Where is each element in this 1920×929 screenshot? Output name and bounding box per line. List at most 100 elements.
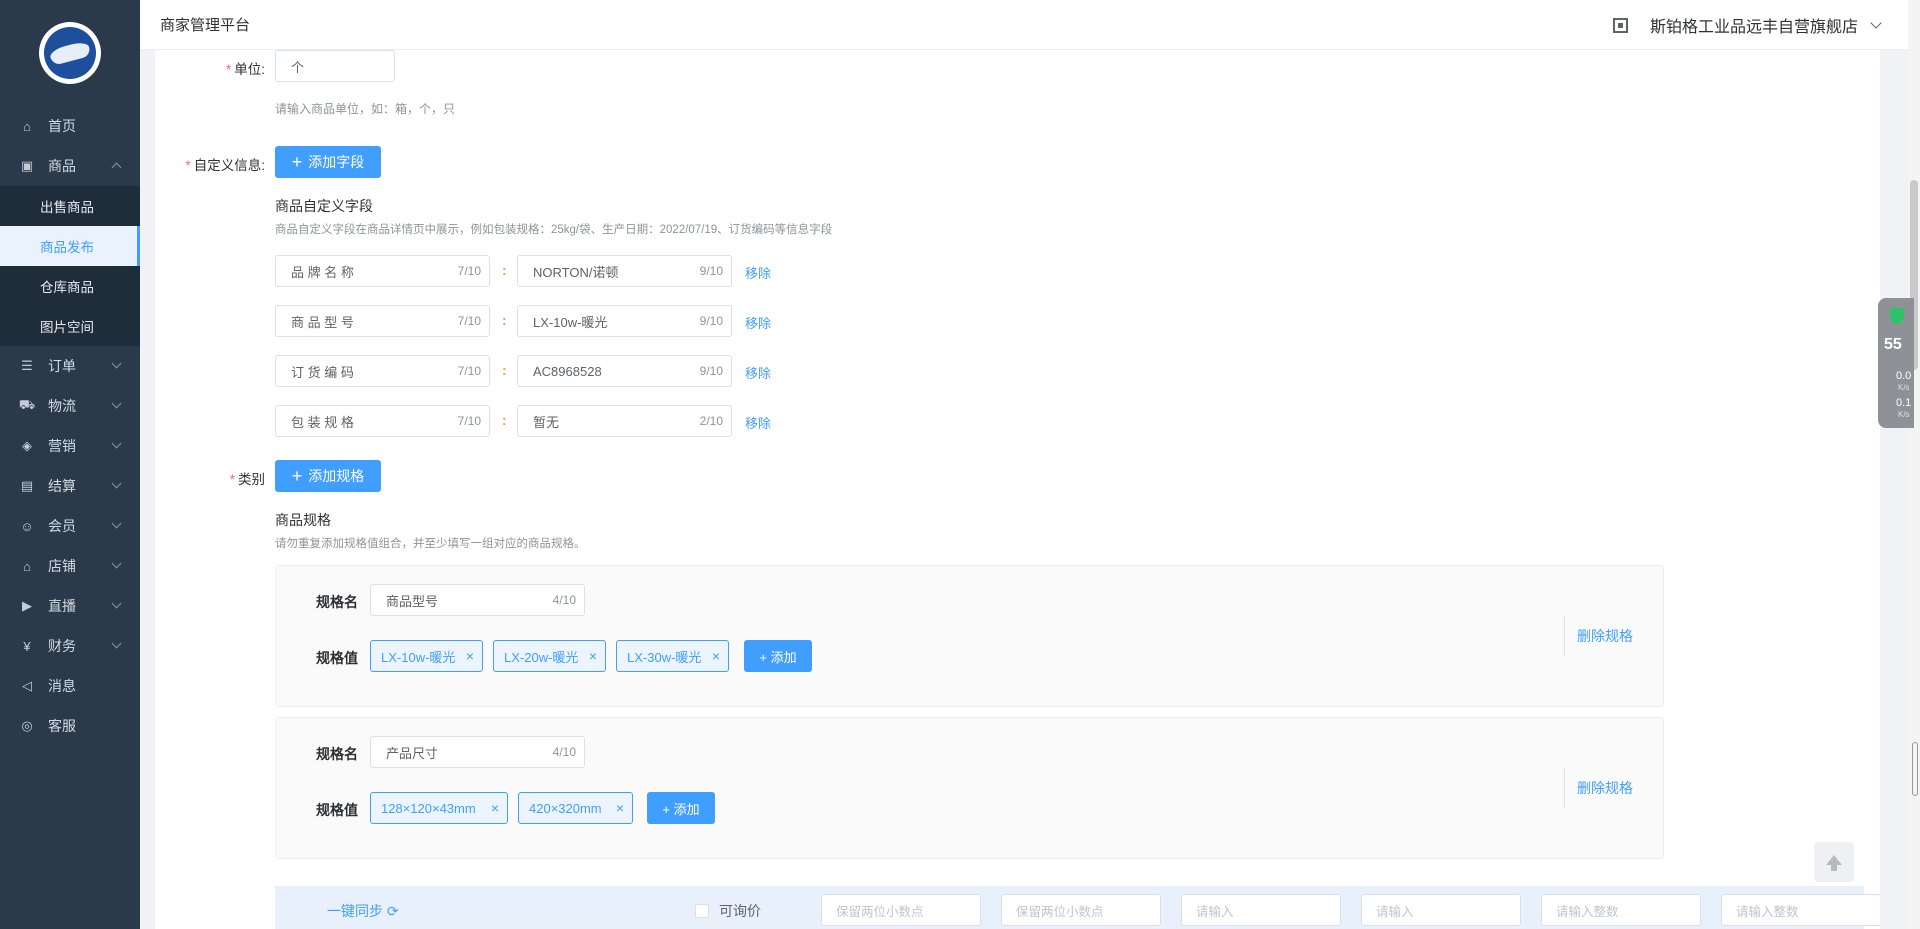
spec-value-tag[interactable]: LX-30w-暖光 ×: [616, 640, 729, 672]
spec-name-input[interactable]: 商品型号 4/10: [370, 584, 585, 616]
sidebar-item-marketing[interactable]: ◈ 营销: [0, 426, 140, 466]
add-spec-value-button[interactable]: + 添加: [647, 792, 715, 824]
sync-input[interactable]: 请输入整数: [1721, 894, 1880, 926]
add-spec-value-button[interactable]: + 添加: [744, 640, 812, 672]
store-icon: ⌂: [23, 558, 31, 574]
sidebar-item-label: 订单: [48, 358, 76, 374]
close-icon[interactable]: ×: [589, 648, 597, 664]
sync-link[interactable]: 一键同步 ⟳: [327, 901, 399, 921]
chevron-down-icon: [111, 478, 122, 489]
home-icon: ⌂: [23, 118, 31, 134]
close-icon[interactable]: ×: [466, 648, 474, 664]
shop-name[interactable]: 斯铂格工业品远丰自营旗舰店: [1650, 13, 1858, 37]
sidebar-item-orders[interactable]: ☰ 订单: [0, 346, 140, 386]
sidebar-subitem-images[interactable]: 图片空间: [0, 306, 140, 346]
batch-sync-bar: 一键同步 ⟳ 可询价 保留两位小数点 保留两位小数点 请输入 请输入 请输入整数…: [275, 886, 1880, 929]
field-name-input[interactable]: 包 装 规 格 7/10: [275, 405, 490, 437]
chevron-down-icon: [111, 398, 122, 409]
sidebar-subitem-publish[interactable]: 商品发布: [0, 226, 140, 266]
sync-input[interactable]: 保留两位小数点: [1001, 894, 1161, 926]
sync-input[interactable]: 请输入: [1361, 894, 1521, 926]
sidebar-item-goods[interactable]: ▣ 商品: [0, 146, 140, 186]
app-title: 商家管理平台: [160, 17, 251, 34]
user-icon: ☺: [20, 518, 34, 534]
unit-label: * 单位:: [225, 62, 265, 77]
field-name-input[interactable]: 订 货 编 码 7/10: [275, 355, 490, 387]
field-separator: :: [502, 412, 507, 428]
sidebar-item-label: 会员: [48, 518, 76, 534]
sidebar-item-messages[interactable]: ◁ 消息: [0, 666, 140, 706]
spec-name-label: 规格名: [316, 594, 358, 610]
remove-field-link[interactable]: 移除: [745, 313, 771, 332]
spec-name-input[interactable]: 产品尺寸 4/10: [370, 736, 585, 768]
sidebar-submenu-goods: 出售商品 商品发布 仓库商品 图片空间: [0, 186, 140, 346]
field-value-input[interactable]: AC8968528 9/10: [517, 355, 732, 387]
unit-input[interactable]: 个: [275, 50, 395, 82]
custom-info-label: * 自定义信息:: [185, 158, 265, 173]
sidebar-item-service[interactable]: ◎ 客服: [0, 706, 140, 746]
sidebar-item-members[interactable]: ☺ 会员: [0, 506, 140, 546]
custom-fields-hint: 商品自定义字段在商品详情页中展示，例如包装规格：25kg/袋、生产日期：2022…: [275, 224, 833, 236]
download-unit: K/s: [1898, 410, 1910, 419]
sidebar-subitem-selling[interactable]: 出售商品: [0, 186, 140, 226]
spec-value-tag[interactable]: LX-20w-暖光 ×: [493, 640, 606, 672]
sidebar-nav: ⌂ 首页 ▣ 商品 出售商品 商品发布 仓库商品 图片空间 ☰ 订单 ⛟ 物流 ◈ 营销 …: [0, 106, 140, 746]
add-spec-button[interactable]: + 添加规格: [275, 460, 381, 492]
sync-input[interactable]: 保留两位小数点: [821, 894, 981, 926]
spec-group: 规格名 产品尺寸 4/10 规格值 128×120×43mm × 420×320mm…: [275, 717, 1664, 859]
remove-field-link[interactable]: 移除: [745, 413, 771, 432]
chevron-down-icon: [111, 358, 122, 369]
sync-input[interactable]: 请输入整数: [1541, 894, 1701, 926]
sidebar-subitem-label: 出售商品: [40, 200, 94, 215]
category-label: * 类别: [229, 472, 265, 487]
network-speed-widget[interactable]: 55 0.0 K/s 0.1 K/s: [1878, 298, 1914, 428]
spec-section-title: 商品规格: [275, 512, 331, 528]
mini-scroll-indicator: [1912, 742, 1918, 796]
upload-unit: K/s: [1898, 383, 1910, 392]
sidebar-subitem-warehouse[interactable]: 仓库商品: [0, 266, 140, 306]
sidebar-item-store[interactable]: ⌂ 店铺: [0, 546, 140, 586]
sidebar-item-label: 营销: [48, 438, 76, 454]
field-value-input[interactable]: NORTON/诺顿 9/10: [517, 255, 732, 287]
sidebar-subitem-label: 图片空间: [40, 320, 94, 335]
back-to-top-button[interactable]: [1814, 842, 1854, 882]
main-content: * 单位: 个 请输入商品单位，如：箱，个，只 * 自定义信息: + 添加字段 商品自…: [155, 50, 1880, 929]
spec-value-tag[interactable]: 420×320mm ×: [518, 792, 633, 824]
sidebar-item-settlement[interactable]: ▤ 结算: [0, 466, 140, 506]
brand-logo[interactable]: [39, 22, 101, 84]
delete-spec-link[interactable]: 删除规格: [1564, 768, 1633, 808]
logo-area: [0, 0, 140, 106]
sidebar-item-logistics[interactable]: ⛟ 物流: [0, 386, 140, 426]
field-value-input[interactable]: 暂无 2/10: [517, 405, 732, 437]
upload-speed: 0.0: [1896, 370, 1912, 382]
chevron-down-icon: [111, 638, 122, 649]
sync-input[interactable]: 请输入: [1181, 894, 1341, 926]
shield-icon: [1890, 308, 1904, 324]
chevron-down-icon[interactable]: [1870, 17, 1882, 29]
unit-hint: 请输入商品单位，如：箱，个，只: [275, 102, 456, 116]
live-icon: ▶: [22, 598, 32, 613]
close-icon[interactable]: ×: [712, 648, 720, 664]
field-name-input[interactable]: 商 品 型 号 7/10: [275, 305, 490, 337]
add-field-button[interactable]: + 添加字段: [275, 146, 381, 178]
inquiry-checkbox[interactable]: [695, 904, 709, 918]
order-icon: ☰: [21, 358, 33, 373]
close-icon[interactable]: ×: [616, 800, 624, 816]
remove-field-link[interactable]: 移除: [745, 363, 771, 382]
spec-value-tag[interactable]: LX-10w-暖光 ×: [370, 640, 483, 672]
field-name-input[interactable]: 品 牌 名 称 7/10: [275, 255, 490, 287]
spec-value-tag[interactable]: 128×120×43mm ×: [370, 792, 508, 824]
spec-group: 规格名 商品型号 4/10 规格值 LX-10w-暖光 × LX-20w-暖光 × L…: [275, 565, 1664, 707]
sidebar-item-live[interactable]: ▶ 直播: [0, 586, 140, 626]
qrcode-icon[interactable]: [1612, 17, 1628, 33]
remove-field-link[interactable]: 移除: [745, 263, 771, 282]
sidebar-item-home[interactable]: ⌂ 首页: [0, 106, 140, 146]
spec-value-label: 规格值: [316, 650, 358, 666]
field-value-input[interactable]: LX-10w-暖光 9/10: [517, 305, 732, 337]
delete-spec-link[interactable]: 删除规格: [1564, 616, 1633, 656]
sidebar-item-label: 客服: [48, 718, 76, 734]
close-icon[interactable]: ×: [491, 800, 499, 816]
sidebar-item-finance[interactable]: ¥ 财务: [0, 626, 140, 666]
goods-icon: ▣: [20, 158, 34, 173]
sidebar-item-label: 消息: [48, 678, 76, 694]
